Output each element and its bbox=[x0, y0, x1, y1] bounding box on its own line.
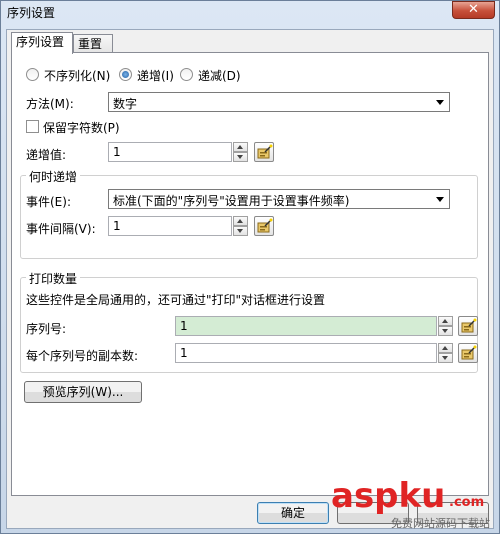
radio-increment-label: 递增(I) bbox=[137, 69, 174, 83]
radio-decrement-label: 递减(D) bbox=[198, 69, 241, 83]
radio-decrement[interactable] bbox=[180, 68, 193, 81]
spin-down-icon[interactable] bbox=[438, 326, 453, 336]
when-increment-group bbox=[20, 175, 478, 259]
spin-up-icon[interactable] bbox=[233, 216, 248, 226]
radio-no-serialize-label: 不序列化(N) bbox=[44, 69, 111, 83]
copies-input[interactable] bbox=[176, 344, 436, 362]
event-interval-spinner[interactable] bbox=[233, 216, 248, 236]
event-interval-input[interactable] bbox=[109, 217, 231, 235]
serial-number-spinner[interactable] bbox=[438, 316, 453, 336]
event-interval-wizard-button[interactable] bbox=[254, 216, 274, 236]
serial-number-input[interactable] bbox=[176, 317, 436, 335]
serial-number-input-box[interactable] bbox=[175, 316, 437, 336]
radio-increment[interactable] bbox=[119, 68, 132, 81]
preview-serial-button[interactable]: 预览序列(W)... bbox=[24, 381, 142, 403]
spin-up-icon[interactable] bbox=[233, 142, 248, 152]
method-select[interactable]: 数字 bbox=[108, 92, 450, 112]
when-increment-title: 何时递增 bbox=[26, 168, 81, 185]
print-note: 这些控件是全局通用的，还可通过"打印"对话框进行设置 bbox=[26, 293, 326, 307]
method-value: 数字 bbox=[113, 97, 138, 111]
spin-down-icon[interactable] bbox=[438, 353, 453, 363]
radio-no-serialize[interactable] bbox=[26, 68, 39, 81]
chevron-down-icon bbox=[436, 197, 444, 202]
title-bar: 序列设置 ✕ bbox=[1, 1, 499, 23]
event-value: 标准(下面的"序列号"设置用于设置事件频率) bbox=[113, 194, 350, 208]
wizard-icon bbox=[257, 218, 273, 233]
watermark-brand: aspku bbox=[331, 476, 446, 516]
chevron-down-icon bbox=[436, 100, 444, 105]
print-quantity-title: 打印数量 bbox=[26, 270, 81, 287]
event-select[interactable]: 标准(下面的"序列号"设置用于设置事件频率) bbox=[108, 189, 450, 209]
method-label: 方法(M): bbox=[26, 97, 74, 111]
increment-input-box[interactable] bbox=[108, 142, 232, 162]
ok-button[interactable]: 确定 bbox=[257, 502, 329, 524]
dialog-window: 序列设置 ✕ 序列设置 重置 不序列化(N) 递增(I) 递减(D) 方法(M)… bbox=[0, 0, 500, 534]
serial-number-label: 序列号: bbox=[26, 322, 67, 336]
copies-input-box[interactable] bbox=[175, 343, 437, 363]
wizard-icon bbox=[461, 345, 477, 360]
event-interval-input-box[interactable] bbox=[108, 216, 232, 236]
wizard-icon bbox=[257, 144, 273, 159]
tab-reset[interactable]: 重置 bbox=[73, 34, 113, 54]
event-label: 事件(E): bbox=[26, 195, 71, 209]
wizard-icon bbox=[461, 318, 477, 333]
spin-down-icon[interactable] bbox=[233, 226, 248, 236]
window-title: 序列设置 bbox=[7, 6, 56, 20]
spin-down-icon[interactable] bbox=[233, 152, 248, 162]
spin-up-icon[interactable] bbox=[438, 343, 453, 353]
watermark-tld: .com bbox=[449, 495, 485, 510]
copies-label: 每个序列号的副本数: bbox=[26, 349, 139, 363]
keep-chars-label: 保留字符数(P) bbox=[43, 121, 120, 135]
keep-chars-checkbox[interactable] bbox=[26, 120, 39, 133]
copies-wizard-button[interactable] bbox=[458, 343, 478, 363]
tab-panel: 不序列化(N) 递增(I) 递减(D) 方法(M): 数字 保留字符数(P) 递… bbox=[11, 52, 489, 496]
copies-spinner[interactable] bbox=[438, 343, 453, 363]
watermark-subtitle: 免费网站源码下载站 bbox=[391, 517, 490, 530]
dialog-client: 序列设置 重置 不序列化(N) 递增(I) 递减(D) 方法(M): 数字 保留… bbox=[6, 29, 494, 529]
serial-number-wizard-button[interactable] bbox=[458, 316, 478, 336]
tab-serial-settings[interactable]: 序列设置 bbox=[11, 32, 73, 54]
increment-spinner[interactable] bbox=[233, 142, 248, 162]
increment-wizard-button[interactable] bbox=[254, 142, 274, 162]
event-interval-label: 事件间隔(V): bbox=[26, 222, 96, 236]
spin-up-icon[interactable] bbox=[438, 316, 453, 326]
increment-input[interactable] bbox=[109, 143, 231, 161]
increment-label: 递增值: bbox=[26, 148, 67, 162]
close-button[interactable]: ✕ bbox=[452, 1, 495, 19]
